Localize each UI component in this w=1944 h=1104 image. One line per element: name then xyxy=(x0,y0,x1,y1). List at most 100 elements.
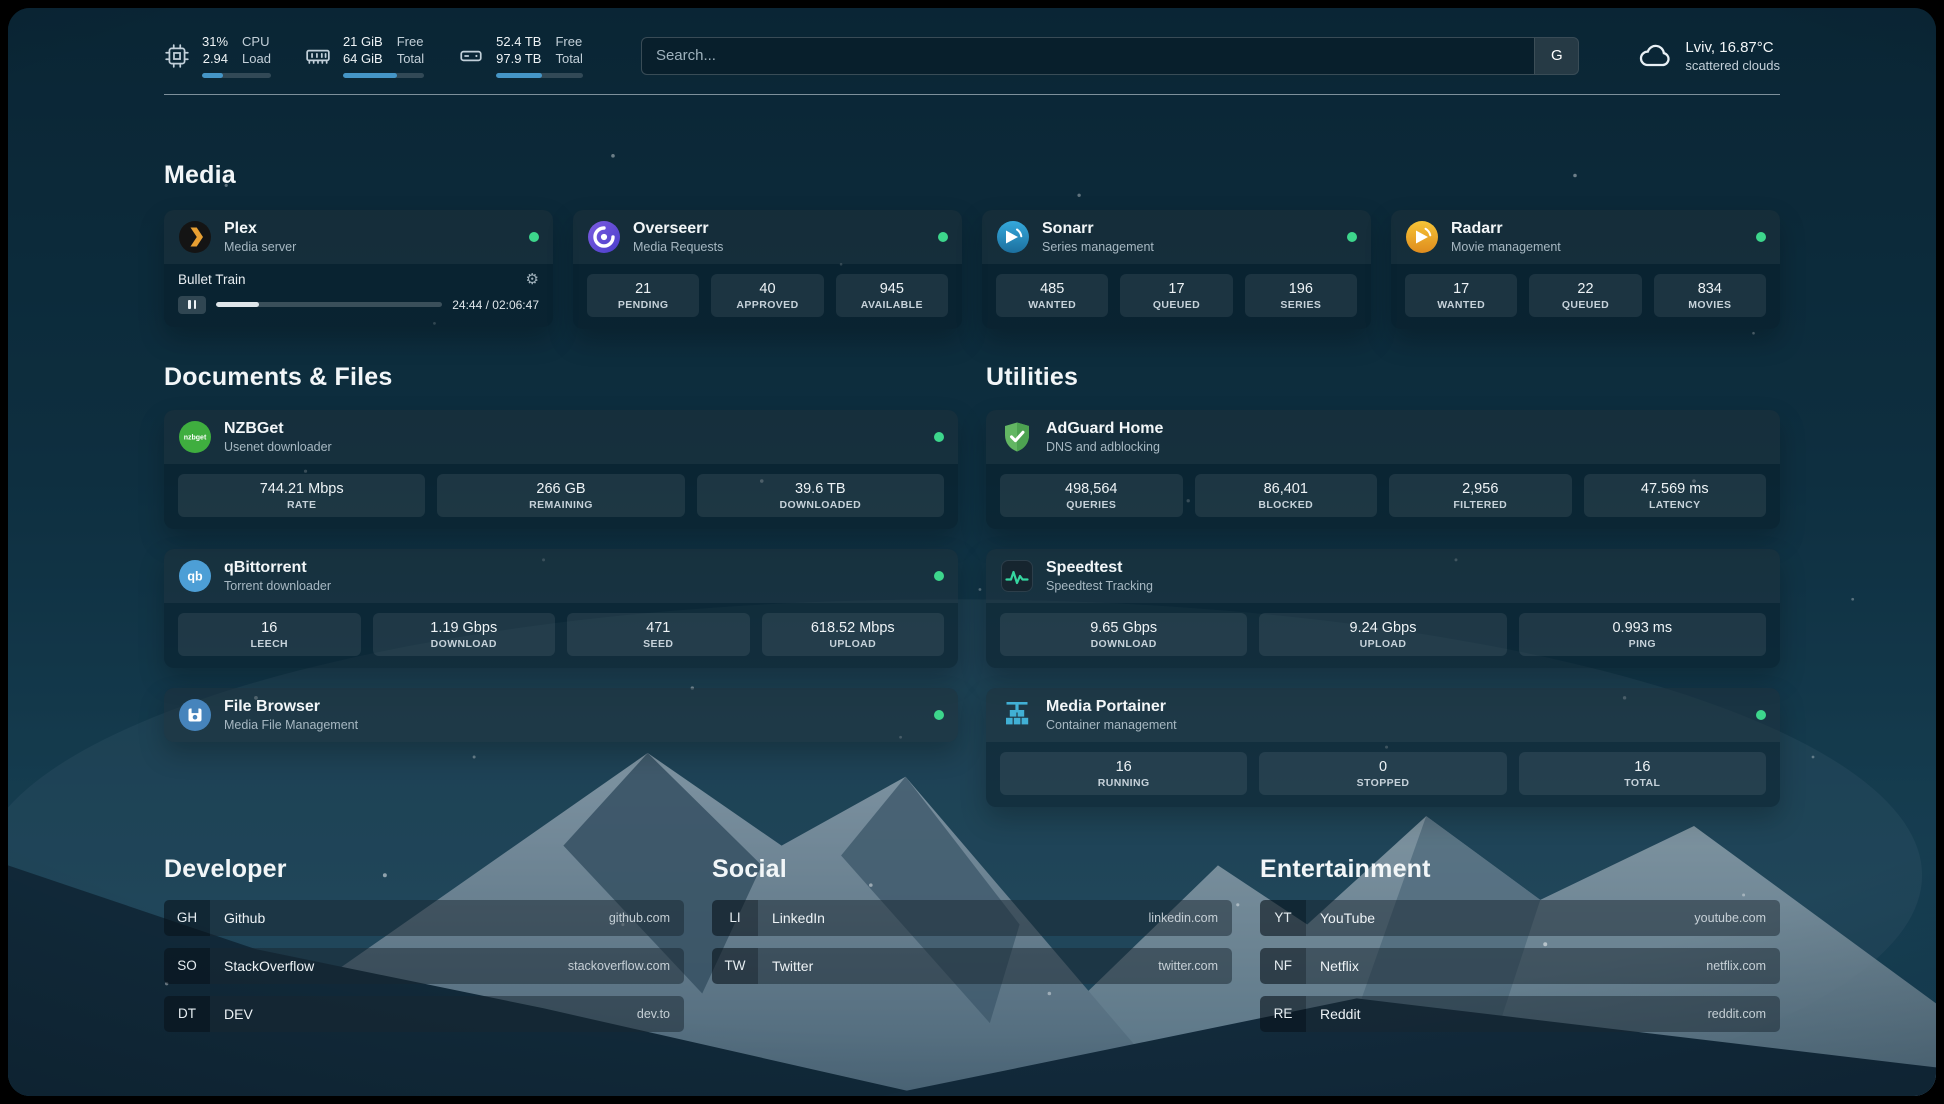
service-description: DNS and adblocking xyxy=(1046,440,1163,454)
stat-label: FILTERED xyxy=(1395,499,1566,511)
bookmark-reddit[interactable]: RE Reddit reddit.com xyxy=(1260,996,1780,1032)
service-card-filebrowser: File Browser Media File Management xyxy=(164,688,958,742)
stat-wanted: 17 WANTED xyxy=(1405,274,1517,317)
stat-label: QUEUED xyxy=(1535,299,1635,311)
service-card-sonarr: Sonarr Series management 485 WANTED 17 Q… xyxy=(982,210,1371,329)
service-plex-link[interactable]: Plex Media server xyxy=(164,210,553,264)
speedtest-icon xyxy=(1000,559,1034,593)
stat-value: 744.21 Mbps xyxy=(184,481,419,497)
service-radarr-link[interactable]: Radarr Movie management xyxy=(1391,210,1780,264)
stat-label: QUERIES xyxy=(1006,499,1177,511)
disk-label-bottom: Total xyxy=(555,51,582,67)
stat-label: PING xyxy=(1525,638,1760,650)
stat-running: 16 RUNNING xyxy=(1000,752,1247,795)
stat-value: 86,401 xyxy=(1201,481,1372,497)
stat-value: 471 xyxy=(573,620,744,636)
bookmark-name: StackOverflow xyxy=(224,958,314,974)
bookmark-youtube[interactable]: YT YouTube youtube.com xyxy=(1260,900,1780,936)
pause-button[interactable] xyxy=(178,296,206,314)
search-bar: G xyxy=(641,37,1579,75)
service-portainer-link[interactable]: Media Portainer Container management xyxy=(986,688,1780,742)
dashboard-screen: 31% 2.94 CPU Load xyxy=(8,8,1936,1096)
status-dot xyxy=(1756,232,1766,242)
stat-value: 266 GB xyxy=(443,481,678,497)
bookmark-name: Twitter xyxy=(772,958,813,974)
nzbget-icon: nzbget xyxy=(178,420,212,454)
service-qbittorrent-link[interactable]: qb qBittorrent Torrent downloader xyxy=(164,549,958,603)
stat-value: 196 xyxy=(1251,281,1351,297)
stat-value: 39.6 TB xyxy=(703,481,938,497)
service-overseerr-link[interactable]: Overseerr Media Requests xyxy=(573,210,962,264)
stat-label: SEED xyxy=(573,638,744,650)
weather-widget[interactable]: Lviv, 16.87°C scattered clouds xyxy=(1637,38,1780,74)
stat-upload: 618.52 Mbps UPLOAD xyxy=(762,613,945,656)
stat-label: DOWNLOADED xyxy=(703,499,938,511)
stat-value: 9.65 Gbps xyxy=(1006,620,1241,636)
status-dot xyxy=(1756,710,1766,720)
stat-value: 498,564 xyxy=(1006,481,1177,497)
disk-total: 97.9 TB xyxy=(496,51,541,67)
service-description: Media File Management xyxy=(224,718,358,732)
service-name: Media Portainer xyxy=(1046,698,1177,716)
stat-value: 834 xyxy=(1660,281,1760,297)
stat-label: TOTAL xyxy=(1525,777,1760,789)
cpu-usage-bar xyxy=(202,73,271,78)
bookmark-linkedin[interactable]: LI LinkedIn linkedin.com xyxy=(712,900,1232,936)
bookmark-twitter[interactable]: TW Twitter twitter.com xyxy=(712,948,1232,984)
service-description: Container management xyxy=(1046,718,1177,732)
stat-label: LEECH xyxy=(184,638,355,650)
bookmark-netflix[interactable]: NF Netflix netflix.com xyxy=(1260,948,1780,984)
bookmark-abbr: GH xyxy=(164,900,210,936)
service-card-nzbget: nzbget NZBGet Usenet downloader 744.21 M… xyxy=(164,410,958,529)
service-name: qBittorrent xyxy=(224,559,331,577)
service-card-adguard: AdGuard Home DNS and adblocking 498,564 … xyxy=(986,410,1780,529)
cpu-icon xyxy=(164,43,190,69)
service-sonarr-link[interactable]: Sonarr Series management xyxy=(982,210,1371,264)
search-input[interactable] xyxy=(642,38,1534,74)
service-name: AdGuard Home xyxy=(1046,420,1163,438)
plex-icon xyxy=(178,220,212,254)
documents-column: Documents & Files nzbget NZBGet Usenet d… xyxy=(164,363,958,807)
service-card-plex: Plex Media server Bullet Train ⚙ xyxy=(164,210,553,327)
service-description: Media Requests xyxy=(633,240,723,254)
section-title-media: Media xyxy=(164,161,1780,190)
service-description: Torrent downloader xyxy=(224,579,331,593)
memory-free: 21 GiB xyxy=(343,34,383,50)
cpu-widget: 31% 2.94 CPU Load xyxy=(164,34,271,78)
weather-location: Lviv, 16.87°C xyxy=(1685,39,1780,56)
bookmark-dev[interactable]: DT DEV dev.to xyxy=(164,996,684,1032)
service-speedtest-link[interactable]: Speedtest Speedtest Tracking xyxy=(986,549,1780,603)
stat-label: LATENCY xyxy=(1590,499,1761,511)
service-card-portainer: Media Portainer Container management 16 … xyxy=(986,688,1780,807)
status-dot xyxy=(1347,232,1357,242)
service-description: Speedtest Tracking xyxy=(1046,579,1153,593)
bookmark-github[interactable]: GH Github github.com xyxy=(164,900,684,936)
stat-label: BLOCKED xyxy=(1201,499,1372,511)
service-nzbget-link[interactable]: nzbget NZBGet Usenet downloader xyxy=(164,410,958,464)
service-adguard-link[interactable]: AdGuard Home DNS and adblocking xyxy=(986,410,1780,464)
stat-value: 47.569 ms xyxy=(1590,481,1761,497)
stat-label: STOPPED xyxy=(1265,777,1500,789)
service-card-radarr: Radarr Movie management 17 WANTED 22 QUE… xyxy=(1391,210,1780,329)
bookmark-name: DEV xyxy=(224,1006,253,1022)
bookmark-url: youtube.com xyxy=(1694,911,1766,925)
radarr-icon xyxy=(1405,220,1439,254)
stat-blocked: 86,401 BLOCKED xyxy=(1195,474,1378,517)
stat-pending: 21 PENDING xyxy=(587,274,699,317)
stat-latency: 47.569 ms LATENCY xyxy=(1584,474,1767,517)
stat-remaining: 266 GB REMAINING xyxy=(437,474,684,517)
bookmark-group-developer: Developer GH Github github.com SO StackO… xyxy=(164,855,684,1032)
disk-free: 52.4 TB xyxy=(496,34,541,50)
bookmark-group-entertainment: Entertainment YT YouTube youtube.com NF … xyxy=(1260,855,1780,1032)
section-title-social: Social xyxy=(712,855,1232,884)
bookmark-abbr: YT xyxy=(1260,900,1306,936)
service-filebrowser-link[interactable]: File Browser Media File Management xyxy=(164,688,958,742)
stat-label: REMAINING xyxy=(443,499,678,511)
stat-value: 945 xyxy=(842,281,942,297)
bookmark-stackoverflow[interactable]: SO StackOverflow stackoverflow.com xyxy=(164,948,684,984)
gear-icon[interactable]: ⚙ xyxy=(526,272,539,287)
stat-label: RUNNING xyxy=(1006,777,1241,789)
bookmark-url: github.com xyxy=(609,911,670,925)
portainer-icon xyxy=(1000,698,1034,732)
search-provider-button[interactable]: G xyxy=(1534,38,1578,74)
